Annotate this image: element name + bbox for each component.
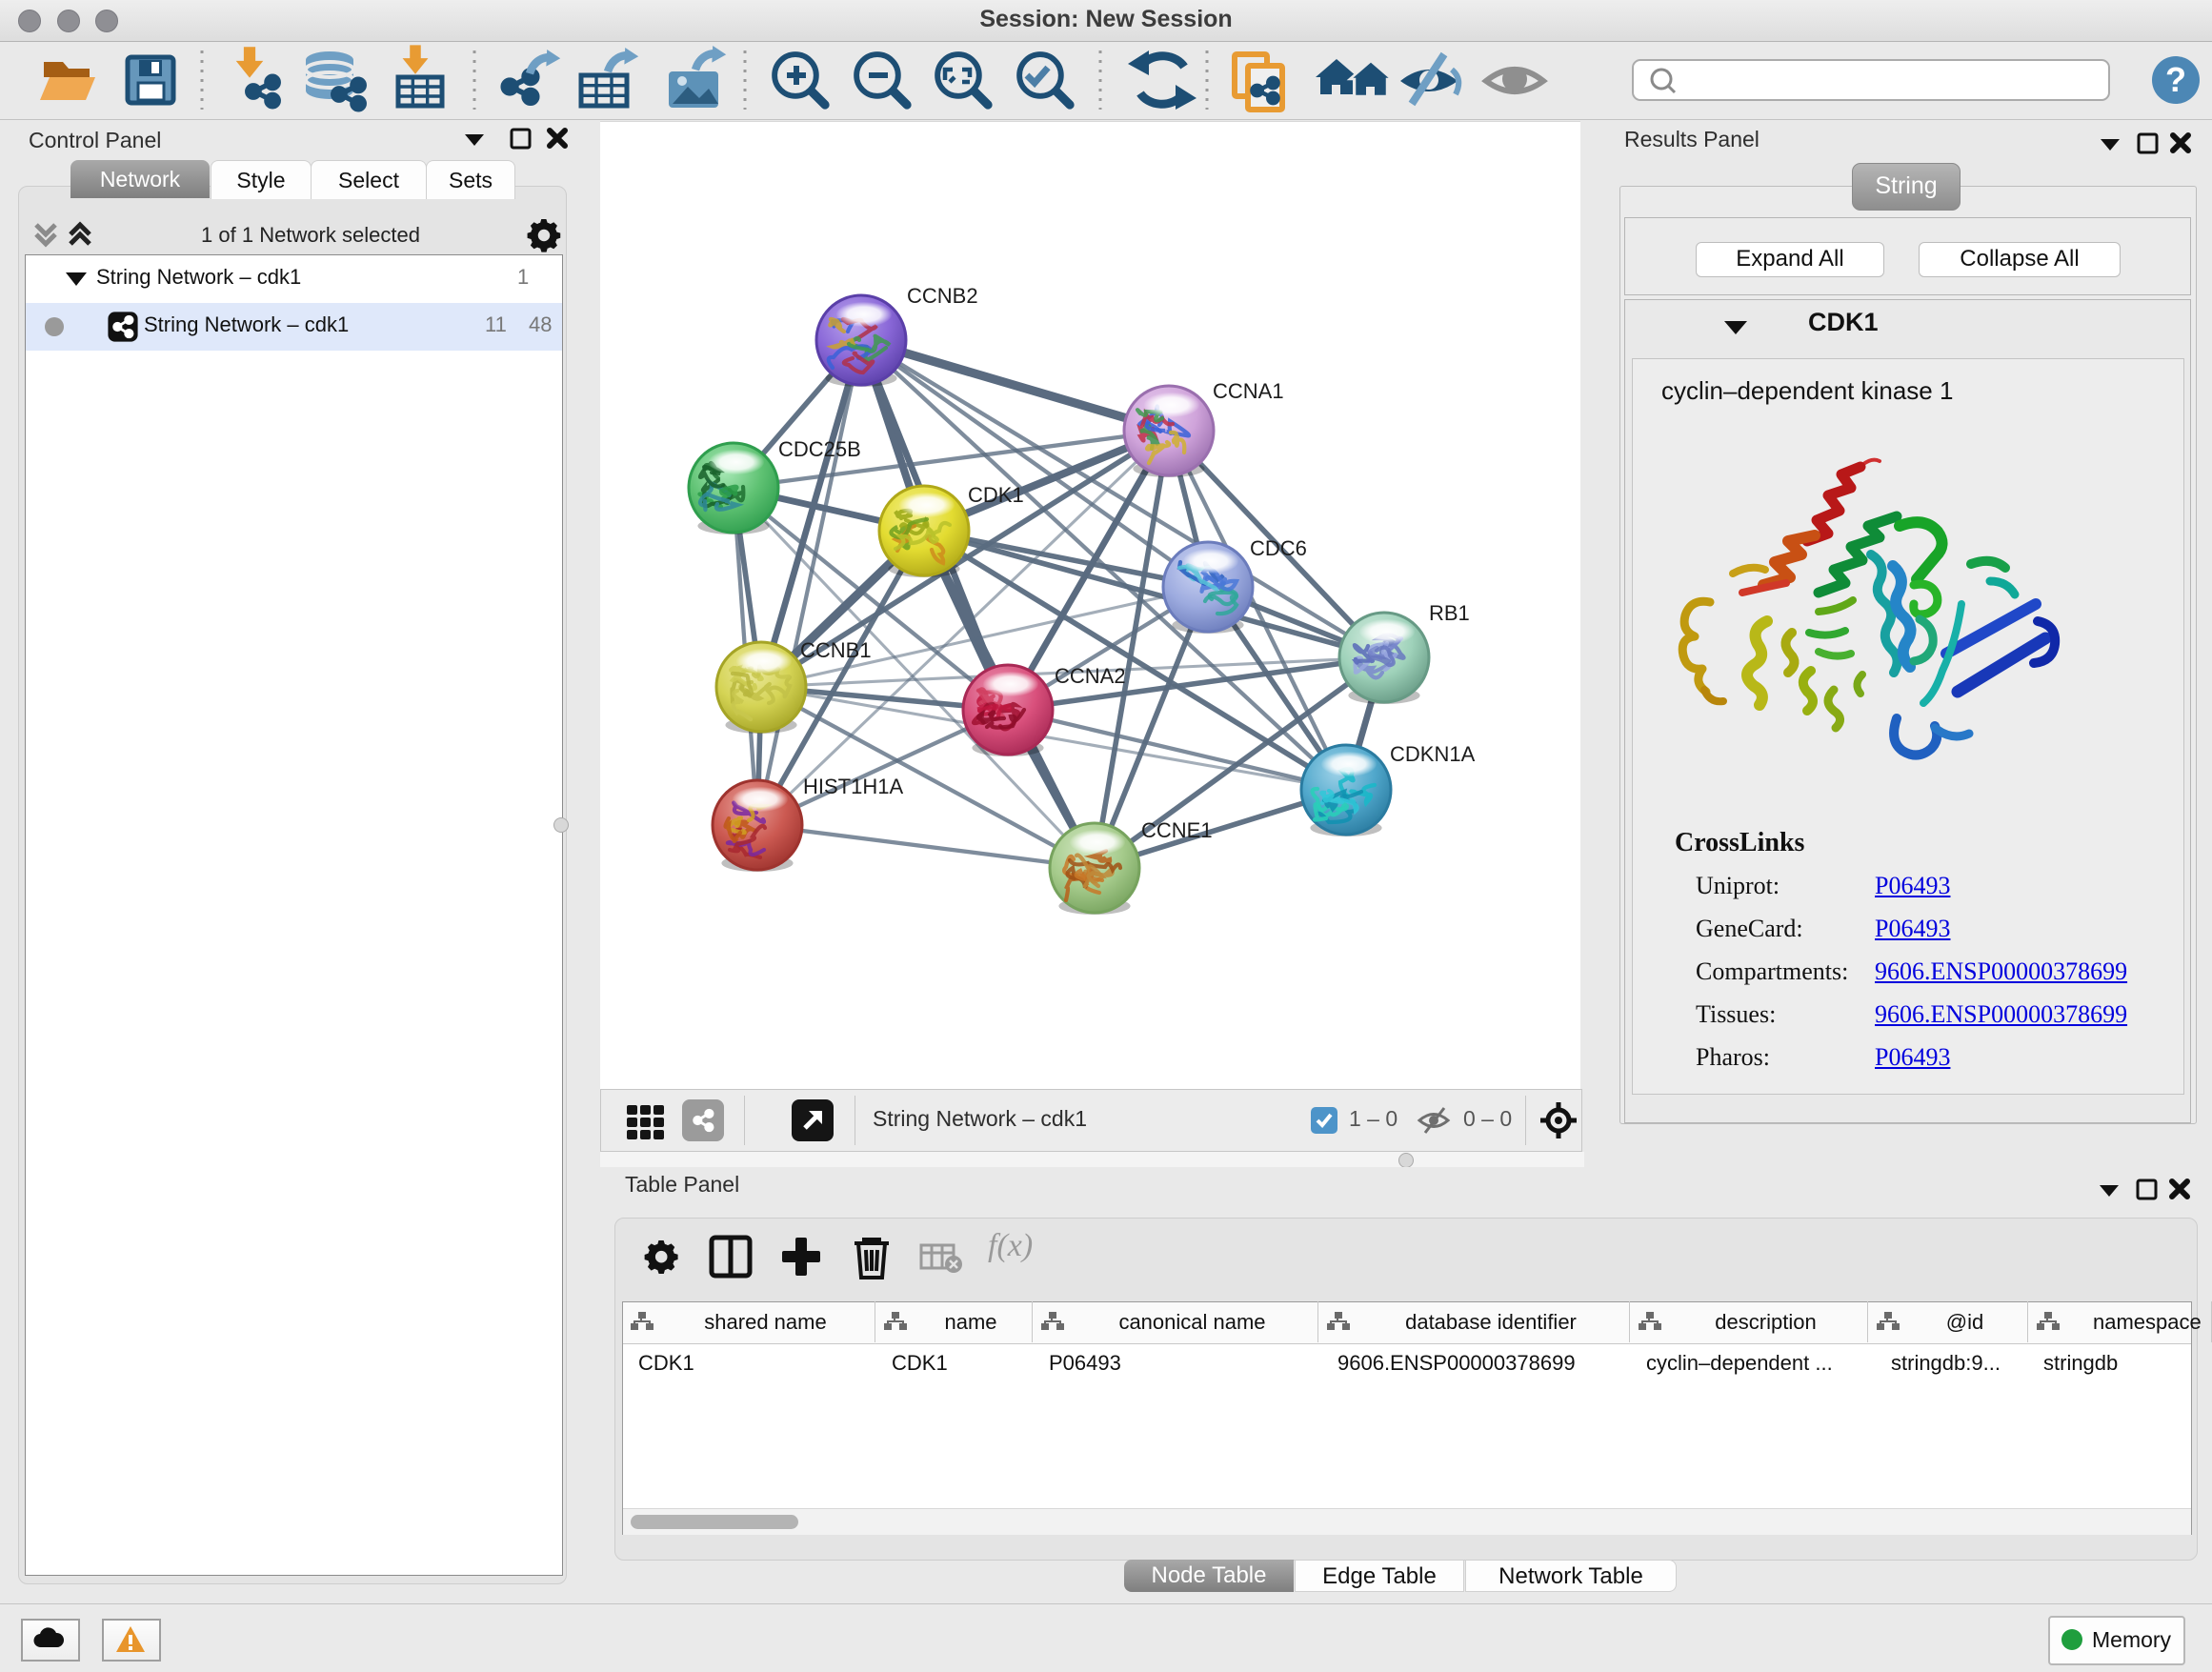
svg-text:?: ?	[2165, 60, 2186, 99]
svg-text:HIST1H1A: HIST1H1A	[803, 775, 903, 798]
svg-text:CCNA2: CCNA2	[1055, 664, 1126, 688]
svg-text:CDK1: CDK1	[968, 483, 1024, 507]
svg-text:CCNB1: CCNB1	[800, 638, 872, 662]
svg-text:CDC25B: CDC25B	[778, 437, 861, 461]
svg-text:CCNA1: CCNA1	[1213, 379, 1284, 403]
svg-text:CCNB2: CCNB2	[907, 284, 978, 308]
svg-text:CDC6: CDC6	[1250, 536, 1307, 560]
svg-text:CDKN1A: CDKN1A	[1390, 742, 1476, 766]
svg-text:CCNE1: CCNE1	[1141, 818, 1213, 842]
svg-text:RB1: RB1	[1429, 601, 1470, 625]
